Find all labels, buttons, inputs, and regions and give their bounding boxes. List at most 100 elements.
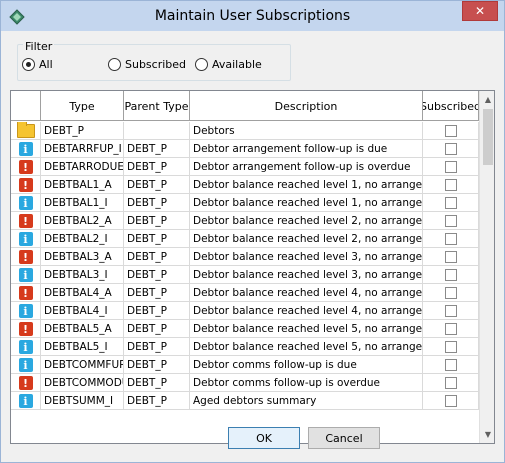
info-icon: i (18, 394, 33, 408)
filter-radio-subscribed[interactable]: Subscribed (108, 58, 186, 71)
table-row[interactable]: i DEBTSUMM_I DEBT_P Aged debtors summary (11, 392, 479, 410)
subscribed-checkbox[interactable] (444, 251, 457, 263)
type-cell: DEBTBAL2_I (41, 230, 124, 248)
parent-type-cell: DEBT_P (124, 194, 190, 212)
radio-icon (22, 58, 35, 71)
subscribed-checkbox[interactable] (444, 287, 457, 299)
type-cell: DEBTBAL4_I (41, 302, 124, 320)
subscribed-cell (423, 230, 479, 248)
table-row[interactable]: i DEBTARRFUP_I DEBT_P Debtor arrangement fo… (11, 140, 479, 158)
subscribed-cell (423, 194, 479, 212)
subscribed-cell (423, 302, 479, 320)
row-icon-cell: ! (11, 284, 41, 302)
subscribed-checkbox[interactable] (444, 395, 457, 407)
table-row[interactable]: i DEBTCOMMFUP_IDEBT_PDebtor comms follow-… (11, 356, 479, 374)
subscribed-checkbox[interactable] (444, 377, 457, 389)
subscribed-checkbox[interactable] (444, 197, 457, 209)
scroll-up-icon[interactable]: ▲ (480, 91, 494, 108)
header-description[interactable]: Description (190, 91, 423, 121)
type-cell: DEBTCOMMFUP_I (41, 356, 124, 374)
header-type[interactable]: Type (41, 91, 124, 121)
info-icon: i (18, 340, 33, 354)
row-icon-cell: i (11, 266, 41, 284)
grid-rows: DEBT_P Debtors i DEBTARRFUP_I DEBT_P Debtor a… (11, 122, 479, 410)
radio-icon (108, 58, 121, 71)
subscribed-cell (423, 284, 479, 302)
table-row[interactable]: ! DEBTBAL2_A DEBT_P Debtor balance reached … (11, 212, 479, 230)
type-cell: DEBTBAL2_A (41, 212, 124, 230)
table-row[interactable]: i DEBTBAL4_I DEBT_P Debtor balance reached … (11, 302, 479, 320)
description-cell: Debtor arrangement follow-up is overdue (190, 158, 423, 176)
description-cell: Debtor comms follow-up is due (190, 356, 423, 374)
cancel-button[interactable]: Cancel (308, 427, 380, 449)
close-button[interactable]: ✕ (462, 1, 498, 21)
description-cell: Debtor balance reached level 2, no arran… (190, 230, 423, 248)
parent-type-cell: DEBT_P (124, 176, 190, 194)
parent-type-cell: DEBT_P (124, 320, 190, 338)
table-row[interactable]: ! DEBTBAL3_A DEBT_P Debtor balance reached … (11, 248, 479, 266)
table-row[interactable]: DEBT_P Debtors (11, 122, 479, 140)
parent-type-cell: DEBT_P (124, 284, 190, 302)
subscribed-checkbox[interactable] (444, 269, 457, 281)
type-cell: DEBTBAL1_A (41, 176, 124, 194)
subscribed-cell (423, 374, 479, 392)
dialog-window: Maintain User Subscriptions ✕ All Subscr… (0, 0, 505, 463)
parent-type-cell (124, 122, 190, 140)
type-cell: DEBTCOMMODUE_A (41, 374, 124, 392)
subscribed-checkbox[interactable] (444, 179, 457, 191)
subscribed-checkbox[interactable] (444, 359, 457, 371)
alert-icon: ! (18, 286, 33, 300)
subscribed-cell (423, 392, 479, 410)
type-cell: DEBTBAL4_A (41, 284, 124, 302)
table-row[interactable]: i DEBTBAL1_I DEBT_P Debtor balance reached … (11, 194, 479, 212)
table-row[interactable]: ! DEBTBAL1_A DEBT_P Debtor balance reached … (11, 176, 479, 194)
folder-icon (16, 122, 35, 138)
type-cell: DEBTARRFUP_I (41, 140, 124, 158)
filter-radio-available[interactable]: Available (195, 58, 262, 71)
type-cell: DEBTBAL5_I (41, 338, 124, 356)
parent-type-cell: DEBT_P (124, 266, 190, 284)
info-icon: i (18, 268, 33, 282)
row-icon-cell: ! (11, 320, 41, 338)
header-icon-column[interactable] (11, 91, 41, 121)
subscribed-checkbox[interactable] (444, 233, 457, 245)
table-row[interactable]: ! DEBTARRODUE_ADEBT_PDebtor arrangement f… (11, 158, 479, 176)
table-row[interactable]: ! DEBTBAL4_A DEBT_P Debtor balance reached … (11, 284, 479, 302)
type-cell: DEBT_P (41, 122, 124, 140)
scroll-thumb[interactable] (483, 109, 493, 165)
alert-icon: ! (18, 160, 33, 174)
filter-radio-all[interactable]: All (22, 58, 53, 71)
subscribed-checkbox[interactable] (444, 161, 457, 173)
subscribed-checkbox[interactable] (444, 341, 457, 353)
header-subscribed[interactable]: Subscribed (423, 91, 479, 121)
parent-type-cell: DEBT_P (124, 230, 190, 248)
title-bar[interactable]: Maintain User Subscriptions ✕ (1, 1, 504, 31)
description-cell: Aged debtors summary (190, 392, 423, 410)
vertical-scrollbar[interactable]: ▲ ▼ (479, 91, 494, 443)
filter-group: All Subscribed Available (17, 44, 291, 81)
table-row[interactable]: i DEBTBAL2_I DEBT_P Debtor balance reached … (11, 230, 479, 248)
header-parent-type[interactable]: Parent Type (124, 91, 190, 121)
subscribed-checkbox[interactable] (444, 323, 457, 335)
description-cell: Debtor comms follow-up is overdue (190, 374, 423, 392)
subscribed-checkbox[interactable] (444, 215, 457, 227)
info-icon: i (18, 358, 33, 372)
subscriptions-grid[interactable]: Type Parent Type Description Subscribed … (10, 90, 495, 444)
scroll-down-icon[interactable]: ▼ (480, 426, 494, 443)
table-row[interactable]: ! DEBTBAL5_A DEBT_P Debtor balance reached … (11, 320, 479, 338)
table-row[interactable]: ! DEBTCOMMODUE_ADEBT_PDebtor comms follow… (11, 374, 479, 392)
subscribed-checkbox[interactable] (444, 125, 457, 137)
row-icon-cell: ! (11, 158, 41, 176)
ok-button[interactable]: OK (228, 427, 300, 449)
alert-icon: ! (18, 178, 33, 192)
subscribed-checkbox[interactable] (444, 305, 457, 317)
subscribed-cell (423, 212, 479, 230)
row-icon-cell: ! (11, 248, 41, 266)
subscribed-cell (423, 356, 479, 374)
table-row[interactable]: i DEBTBAL5_I DEBT_P Debtor balance reached … (11, 338, 479, 356)
parent-type-cell: DEBT_P (124, 392, 190, 410)
table-row[interactable]: i DEBTBAL3_I DEBT_P Debtor balance reached … (11, 266, 479, 284)
filter-radio-all-label: All (39, 58, 53, 71)
alert-icon: ! (18, 376, 33, 390)
subscribed-checkbox[interactable] (444, 143, 457, 155)
